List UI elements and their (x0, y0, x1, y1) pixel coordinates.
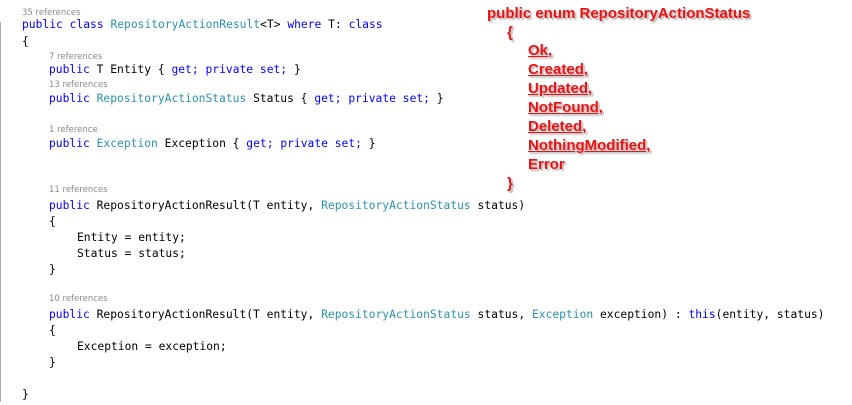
codelens-status-references[interactable]: 13 references (49, 80, 108, 90)
class-declaration-line: public class RepositoryActionResult<T> w… (22, 18, 383, 32)
keyword: public (49, 92, 90, 105)
code-text: exception) : (600, 308, 682, 321)
enum-annotation-close-brace: } (507, 175, 513, 192)
enum-member: NotFound, (528, 99, 603, 116)
code-text: T Entity { (96, 63, 165, 76)
keyword: public (49, 199, 90, 212)
code-text: } (436, 92, 444, 105)
code-text: (entity, status) (715, 308, 825, 321)
keyword: get; (314, 92, 342, 105)
code-text: status) (477, 199, 526, 212)
enum-member-name: Updated, (528, 80, 593, 97)
keyword: get; (246, 137, 274, 150)
keyword: get; (171, 63, 199, 76)
keyword: private (205, 63, 254, 76)
enum-member: Ok, (528, 42, 552, 59)
keyword: where (287, 18, 322, 31)
enum-annotation-open-brace: { (507, 24, 513, 41)
constructor-2-open-brace: { (49, 324, 56, 337)
code-text: } (293, 63, 301, 76)
type-name: Exception (531, 308, 594, 321)
type-name: RepositoryActionStatus (321, 199, 471, 212)
generic-parameter: <T> (260, 18, 281, 31)
enum-member: NothingModified, (528, 137, 650, 154)
exception-property-line: public Exception Exception { get; privat… (49, 137, 376, 151)
codelens-ctor1-references[interactable]: 11 references (49, 185, 108, 195)
type-name: Exception (96, 137, 158, 150)
constructor-1-open-brace: { (49, 215, 56, 228)
keyword: class (69, 18, 104, 31)
codelens-entity-references[interactable]: 7 references (49, 52, 102, 62)
constructor-1-close-brace: } (49, 263, 56, 276)
constructor-1-signature: public RepositoryActionResult(T entity, … (49, 199, 525, 213)
code-editor[interactable]: 35 references public class RepositoryAct… (0, 0, 852, 405)
codelens-exception-references[interactable]: 1 reference (49, 125, 98, 135)
constructor-2-close-brace: } (49, 356, 56, 369)
entity-property-line: public T Entity { get; private set; } (49, 63, 301, 77)
keyword: public (49, 308, 90, 321)
keyword: public (49, 137, 90, 150)
constructor-1-statement: Status = status; (77, 247, 186, 260)
type-name: RepositoryActionStatus (321, 308, 471, 321)
enum-member-name: Error (528, 156, 565, 173)
code-text: status, (477, 308, 526, 321)
keyword: set; (259, 63, 288, 76)
type-name: RepositoryActionStatus (96, 92, 247, 105)
code-text: Exception { (164, 137, 240, 150)
keyword: this (688, 308, 716, 321)
enum-member-name: Ok, (528, 42, 553, 59)
codelens-ctor2-references[interactable]: 10 references (49, 294, 108, 304)
codelens-class-references[interactable]: 35 references (22, 8, 81, 18)
class-close-brace: } (22, 388, 29, 401)
constructor-2-statement: Exception = exception; (77, 340, 227, 353)
enum-member-name: Deleted, (528, 118, 587, 135)
keyword: set; (334, 137, 362, 150)
enum-member: Updated, (528, 80, 592, 97)
code-text: } (368, 137, 376, 150)
enum-annotation-header: public enum RepositoryActionStatus (487, 5, 751, 22)
constraint: T: (328, 18, 342, 31)
enum-member-name: Created, (528, 61, 589, 78)
keyword: set; (402, 92, 430, 105)
code-text: RepositoryActionResult(T entity, (96, 199, 315, 212)
status-property-line: public RepositoryActionStatus Status { g… (49, 92, 444, 106)
fold-margin-line (0, 22, 1, 402)
constructor-1-statement: Entity = entity; (77, 231, 186, 244)
enum-member-name: NotFound, (528, 99, 603, 116)
type-name: RepositoryActionResult (110, 18, 261, 31)
code-text: RepositoryActionResult(T entity, (96, 308, 315, 321)
constructor-2-signature: public RepositoryActionResult(T entity, … (49, 308, 824, 322)
enum-member: Error (528, 156, 565, 173)
enum-member-name: NothingModified, (528, 137, 651, 154)
keyword: class (348, 18, 383, 31)
keyword: public (22, 18, 63, 31)
enum-member: Deleted, (528, 118, 586, 135)
enum-member: Created, (528, 61, 588, 78)
keyword: public (49, 63, 90, 76)
keyword: private (348, 92, 396, 105)
keyword: private (280, 137, 328, 150)
class-open-brace: { (22, 35, 29, 48)
code-text: Status { (253, 92, 308, 105)
